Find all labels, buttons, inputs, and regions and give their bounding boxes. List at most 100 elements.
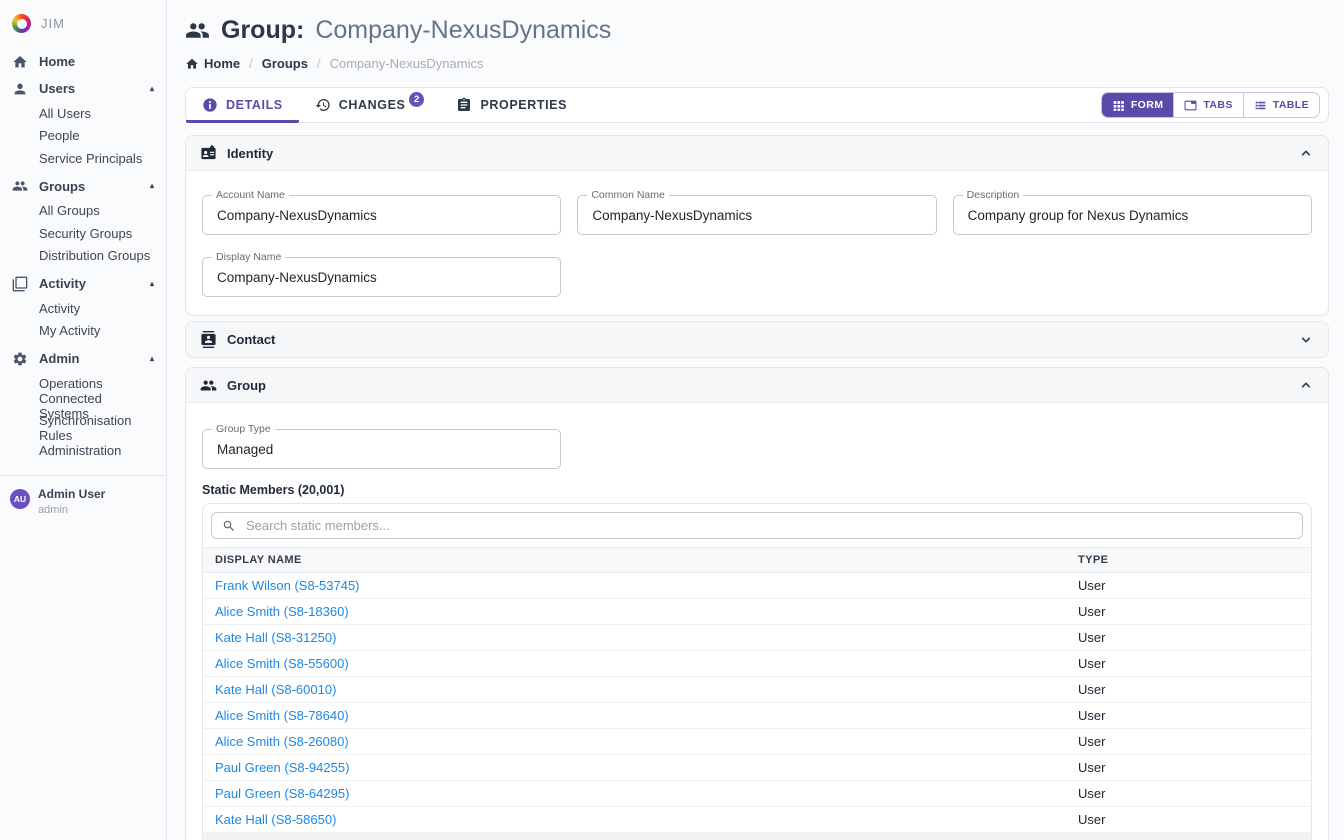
member-type: User	[1066, 703, 1311, 729]
chevron-up-icon[interactable]	[1298, 377, 1314, 393]
member-link[interactable]: Kate Hall (S8-31250)	[215, 630, 336, 645]
breadcrumb-current: Company-NexusDynamics	[330, 56, 484, 71]
view-switch: FORM TABS TABLE	[1101, 92, 1320, 118]
sidebar-item-home[interactable]: Home	[0, 48, 166, 75]
member-link[interactable]: Alice Smith (S8-78640)	[215, 708, 349, 723]
member-link[interactable]: Paul Green (S8-64295)	[215, 786, 349, 801]
members-search-input[interactable]	[244, 517, 1292, 534]
breadcrumb-home[interactable]: Home	[185, 56, 240, 71]
member-type: User	[1066, 651, 1311, 677]
grid-icon	[1112, 99, 1125, 112]
breadcrumb-groups[interactable]: Groups	[262, 56, 308, 71]
sidebar-item-distribution-groups[interactable]: Distribution Groups	[0, 245, 166, 268]
members-search[interactable]	[211, 512, 1303, 539]
sidebar-user[interactable]: AU Admin User admin	[0, 475, 166, 527]
field-label: Description	[963, 189, 1024, 201]
jim-logo-icon	[12, 14, 31, 33]
group-section-body: Group Type Static Members (20,001) DISPL…	[186, 403, 1328, 840]
sidebar-item-my-activity[interactable]: My Activity	[0, 320, 166, 343]
display-name-field[interactable]: Display Name	[202, 257, 561, 297]
sidebar-item-label: Groups	[39, 179, 85, 194]
tab-details[interactable]: DETAILS	[186, 87, 299, 123]
sidebar-item-all-groups[interactable]: All Groups	[0, 200, 166, 223]
common-name-field[interactable]: Common Name	[577, 195, 936, 235]
sidebar-item-admin[interactable]: Admin ▴	[0, 345, 166, 372]
user-icon	[12, 81, 28, 97]
sidebar-item-label: Home	[39, 54, 75, 69]
tab-properties[interactable]: PROPERTIES	[440, 87, 583, 123]
gear-icon	[12, 351, 28, 367]
main-content: Group: Company-NexusDynamics Home / Grou…	[168, 0, 1344, 840]
collapse-arrow-icon[interactable]: ▴	[150, 182, 154, 190]
sidebar-item-activity-sub[interactable]: Activity	[0, 297, 166, 320]
member-link[interactable]: Alice Smith (S8-18360)	[215, 604, 349, 619]
form-view-button[interactable]: FORM	[1102, 93, 1174, 117]
identity-section: Identity Account Name Common Name Descri…	[185, 135, 1329, 316]
member-link[interactable]: Paul Green (S8-94255)	[215, 760, 349, 775]
description-input[interactable]	[966, 207, 1299, 224]
brand[interactable]: JIM	[0, 10, 166, 48]
column-header-type: TYPE	[1066, 548, 1311, 573]
tab-label: PROPERTIES	[480, 98, 567, 112]
sidebar-item-all-users[interactable]: All Users	[0, 102, 166, 125]
home-icon	[12, 54, 28, 70]
table-row: Kate Hall (S8-58650) User	[203, 807, 1311, 833]
contact-section: Contact	[185, 321, 1329, 358]
table-row: Frank Wilson (S8-53745) User	[203, 573, 1311, 599]
member-type: User	[1066, 807, 1311, 833]
user-name: Admin User	[38, 487, 105, 501]
tab-label: DETAILS	[226, 98, 283, 112]
account-name-field[interactable]: Account Name	[202, 195, 561, 235]
sidebar-item-synchronisation-rules[interactable]: Synchronisation Rules	[0, 417, 166, 440]
tab-changes[interactable]: CHANGES 2	[299, 87, 441, 123]
account-name-input[interactable]	[215, 207, 548, 224]
member-link[interactable]: Kate Hall (S8-60010)	[215, 682, 336, 697]
info-icon	[202, 97, 218, 113]
display-name-input[interactable]	[215, 269, 548, 286]
field-label: Group Type	[212, 423, 275, 435]
contact-section-header[interactable]: Contact	[186, 322, 1328, 357]
collapse-arrow-icon[interactable]: ▴	[150, 355, 154, 363]
member-link[interactable]: Kate Hall (S8-58650)	[215, 812, 336, 827]
common-name-input[interactable]	[590, 207, 923, 224]
collapse-arrow-icon[interactable]: ▴	[150, 85, 154, 93]
group-section-header[interactable]: Group	[186, 368, 1328, 403]
collapse-arrow-icon[interactable]: ▴	[150, 280, 154, 288]
table-view-button[interactable]: TABLE	[1243, 93, 1319, 117]
tabs-view-button[interactable]: TABS	[1173, 93, 1242, 117]
static-members-panel: DISPLAY NAME TYPE Frank Wilson (S8-53745…	[202, 503, 1312, 840]
section-title: Identity	[227, 146, 273, 161]
table-row: Alice Smith (S8-78640) User	[203, 703, 1311, 729]
sidebar-item-label: Admin	[39, 351, 79, 366]
group-section-icon	[200, 377, 217, 394]
identity-section-header[interactable]: Identity	[186, 136, 1328, 171]
field-label: Account Name	[212, 189, 289, 201]
sidebar-item-users[interactable]: Users ▴	[0, 75, 166, 102]
table-row: Alice Smith (S8-55600) User	[203, 651, 1311, 677]
sidebar-item-activity[interactable]: Activity ▴	[0, 270, 166, 297]
sidebar-item-groups[interactable]: Groups ▴	[0, 173, 166, 200]
description-field[interactable]: Description	[953, 195, 1312, 235]
member-link[interactable]: Alice Smith (S8-55600)	[215, 656, 349, 671]
member-link[interactable]: Frank Wilson (S8-53745)	[215, 578, 360, 593]
member-type: User	[1066, 573, 1311, 599]
member-link[interactable]: Alice Smith (S8-26080)	[215, 734, 349, 749]
id-card-icon	[200, 145, 217, 162]
table-row: Paul Green (S8-94255) User	[203, 755, 1311, 781]
member-type: User	[1066, 677, 1311, 703]
sidebar-item-people[interactable]: People	[0, 125, 166, 148]
history-icon	[315, 97, 331, 113]
view-button-label: TABS	[1203, 99, 1232, 111]
chevron-down-icon[interactable]	[1298, 332, 1314, 348]
field-label: Common Name	[587, 189, 669, 201]
table-row: Alice Smith (S8-18360) User	[203, 599, 1311, 625]
group-type-field[interactable]: Group Type	[202, 429, 561, 469]
page-title: Group: Company-NexusDynamics	[185, 16, 1329, 45]
table-row: Paul Green (S8-64295) User	[203, 781, 1311, 807]
sidebar-item-service-principals[interactable]: Service Principals	[0, 147, 166, 170]
group-type-input[interactable]	[215, 441, 548, 458]
chevron-up-icon[interactable]	[1298, 145, 1314, 161]
changes-count-badge: 2	[409, 92, 424, 107]
sidebar-item-security-groups[interactable]: Security Groups	[0, 222, 166, 245]
field-label: Display Name	[212, 251, 285, 263]
